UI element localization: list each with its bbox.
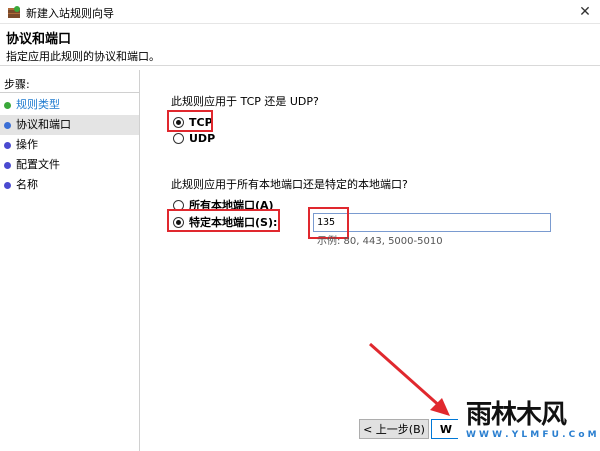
watermark-url: W W W . Y L M F U . C o M xyxy=(466,430,597,440)
specific-ports-highlight-box xyxy=(167,209,280,232)
step-protocol-ports[interactable]: 协议和端口 xyxy=(0,115,139,135)
step-profile[interactable]: 配置文件 xyxy=(0,155,139,175)
radio-unchecked-icon[interactable] xyxy=(173,132,184,144)
protocol-question: 此规则应用于 TCP 还是 UDP? xyxy=(171,95,319,108)
step-label: 操作 xyxy=(16,138,38,151)
watermark-logo: 雨林木风 W W W . Y L M F U . C o M xyxy=(458,388,598,448)
page-title: 协议和端口 xyxy=(6,32,72,47)
steps-label: 步骤: xyxy=(4,78,30,91)
tcp-highlight-box xyxy=(167,110,213,132)
window-title: 新建入站规则向导 xyxy=(26,7,114,20)
step-pending-icon xyxy=(4,182,11,189)
steps-divider xyxy=(0,92,139,93)
step-rule-type[interactable]: 规则类型 xyxy=(0,95,139,115)
port-example-text: 示例: 80, 443, 5000-5010 xyxy=(317,236,443,247)
step-action[interactable]: 操作 xyxy=(0,135,139,155)
step-label: 名称 xyxy=(16,178,38,191)
udp-label: UDP xyxy=(189,131,216,145)
step-name[interactable]: 名称 xyxy=(0,175,139,195)
watermark-logo-text: 雨林木风 xyxy=(466,400,567,430)
step-label: 规则类型 xyxy=(16,98,60,111)
step-done-icon xyxy=(4,102,11,109)
steps-sidebar: 步骤: 规则类型 协议和端口 操作 配置文件 名称 xyxy=(0,70,140,451)
udp-radio-option[interactable]: UDP xyxy=(173,130,215,146)
step-pending-icon xyxy=(4,162,11,169)
step-label: 协议和端口 xyxy=(16,118,71,131)
step-label: 配置文件 xyxy=(16,158,60,171)
wizard-header: 协议和端口 指定应用此规则的协议和端口。 xyxy=(0,24,600,66)
back-button[interactable]: < 上一步(B) xyxy=(359,419,429,439)
close-icon: ✕ xyxy=(579,4,591,20)
step-current-icon xyxy=(4,122,11,129)
next-button[interactable]: W xyxy=(431,419,461,439)
title-bar: 新建入站规则向导 ✕ xyxy=(0,0,600,24)
annotation-arrow-icon xyxy=(369,342,450,416)
step-pending-icon xyxy=(4,142,11,149)
close-button[interactable]: ✕ xyxy=(570,0,600,24)
ports-question: 此规则应用于所有本地端口还是特定的本地端口? xyxy=(171,178,408,191)
page-description: 指定应用此规则的协议和端口。 xyxy=(6,50,160,63)
firewall-icon xyxy=(8,6,20,18)
